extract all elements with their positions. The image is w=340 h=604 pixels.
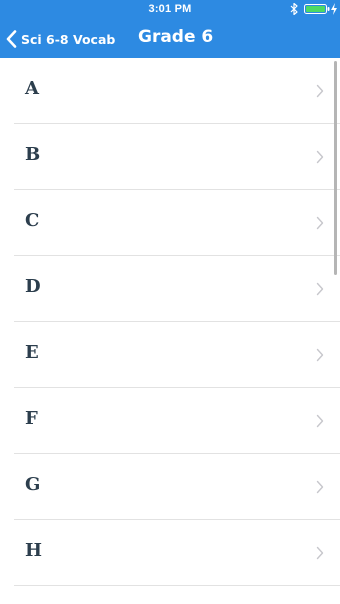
status-bar: 3:01 PM [0,0,340,18]
app-header: 3:01 PM Sci 6-8 Vocab Grade 6 [0,0,340,58]
chevron-right-icon [316,480,324,494]
navigation-bar: Sci 6-8 Vocab Grade 6 [0,22,340,56]
list-item-label: F [25,408,38,429]
divider [14,585,340,586]
chevron-right-icon [316,282,324,296]
back-button[interactable]: Sci 6-8 Vocab [6,27,115,51]
chevron-left-icon [6,30,17,48]
scrollbar[interactable] [334,61,337,275]
charging-icon [331,3,337,15]
back-button-label: Sci 6-8 Vocab [21,31,116,47]
chevron-right-icon [316,84,324,98]
list-item-g[interactable]: G [0,454,340,520]
letter-list: A B C D E F G H [0,58,340,604]
list-item-label: A [25,78,39,99]
list-item-d[interactable]: D [0,256,340,322]
battery-icon [304,4,330,14]
chevron-right-icon [316,546,324,560]
list-item-label: D [25,276,41,297]
list-item-label: C [25,210,40,231]
list-item-b[interactable]: B [0,124,340,190]
screen: 3:01 PM Sci 6-8 Vocab Grade 6 A B C D E … [0,0,340,604]
list-item-label: B [25,144,41,165]
page-title: Grade 6 [138,27,214,47]
bluetooth-icon [290,3,298,15]
chevron-right-icon [316,216,324,230]
list-item-f[interactable]: F [0,388,340,454]
status-time: 3:01 PM [148,3,192,15]
chevron-right-icon [316,150,324,164]
list-item-label: H [25,540,43,561]
list-item-label: E [25,342,39,363]
list-item-c[interactable]: C [0,190,340,256]
list-item-label: G [25,474,41,495]
list-item-h[interactable]: H [0,520,340,586]
list-item-e[interactable]: E [0,322,340,388]
chevron-right-icon [316,348,324,362]
list-item-a[interactable]: A [0,58,340,124]
chevron-right-icon [316,414,324,428]
